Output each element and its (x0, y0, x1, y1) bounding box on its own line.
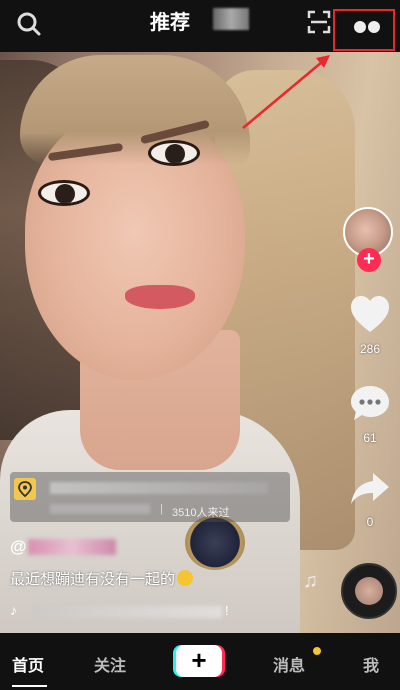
location-icon (14, 478, 36, 500)
scan-icon[interactable] (307, 10, 331, 34)
share-count: 0 (366, 515, 374, 529)
username-at: @ (10, 537, 27, 556)
music-disc[interactable] (341, 563, 397, 619)
video-watch (185, 515, 245, 570)
video-lips (125, 285, 195, 309)
dots-icon (368, 21, 380, 33)
share-icon (351, 473, 389, 504)
like-button[interactable]: 286 (340, 295, 400, 356)
location-visitors: 3510人来过 (172, 507, 230, 519)
music-info[interactable]: ♪ ! (10, 602, 300, 622)
nav-active-indicator (12, 685, 47, 687)
comment-count: 61 (363, 431, 377, 445)
tiktok-note-icon: ♪ (10, 602, 17, 618)
create-button[interactable]: + (176, 645, 222, 677)
more-button[interactable] (333, 9, 395, 51)
location-card[interactable]: | 3510人来过 (10, 472, 290, 522)
comment-icon (351, 386, 389, 420)
nav-home[interactable]: 首页 (12, 652, 44, 676)
music-title-tail: ! (225, 603, 229, 618)
video-hair-top (20, 55, 250, 165)
username-blurred[interactable] (28, 539, 116, 555)
comment-button[interactable]: 61 (340, 384, 400, 445)
music-title-blurred (32, 606, 222, 618)
tab-recommend[interactable]: 推荐 (150, 6, 190, 35)
video-caption: 最近想蹦迪有没有一起的 (10, 568, 194, 589)
username[interactable]: @ (10, 537, 27, 557)
notification-dot (313, 647, 321, 655)
nav-following[interactable]: 关注 (94, 652, 126, 676)
follow-plus-button[interactable]: + (357, 248, 381, 272)
floating-music-notes-icon: ♫ (303, 570, 318, 592)
nav-me[interactable]: 我 (363, 652, 379, 676)
eye-right (148, 140, 200, 166)
location-separator: | (160, 503, 163, 515)
location-sub-blurred (50, 504, 150, 514)
search-icon[interactable] (16, 11, 42, 37)
like-count: 286 (359, 342, 381, 356)
bottom-nav: 首页 关注 + 消息 我 (0, 633, 400, 690)
dots-icon (354, 21, 366, 33)
share-button[interactable]: 0 (340, 470, 400, 529)
caption-text: 最近想蹦迪有没有一起的 (10, 571, 176, 588)
eye-left (38, 180, 90, 206)
top-bar: 推荐 (0, 0, 400, 52)
music-disc-cover (355, 577, 383, 605)
grin-emoji-icon (177, 570, 194, 586)
nav-messages[interactable]: 消息 (273, 652, 305, 676)
location-name-blurred (50, 482, 268, 494)
heart-icon (351, 296, 389, 332)
tab-blurred[interactable] (213, 8, 249, 30)
